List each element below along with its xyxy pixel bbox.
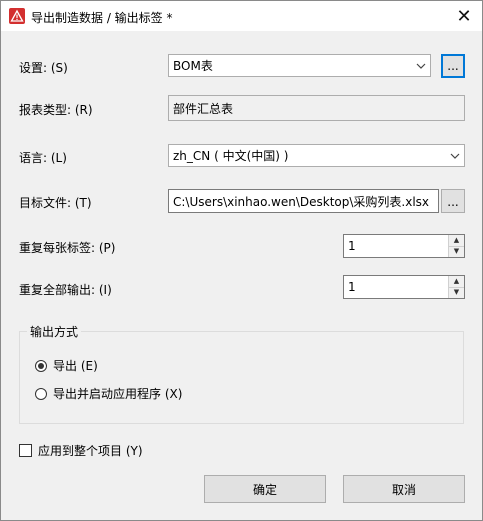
radio-export-label: 导出 (E) bbox=[53, 359, 98, 373]
settings-browse-label: ... bbox=[447, 59, 459, 73]
ok-button-label: 确定 bbox=[252, 482, 277, 497]
output-mode-group bbox=[19, 331, 464, 424]
target-file-label: 目标文件: (T) bbox=[19, 196, 92, 210]
language-label: 语言: (L) bbox=[19, 151, 67, 165]
repeat-all-label: 重复全部输出: (I) bbox=[19, 283, 112, 297]
repeat-each-spinner[interactable]: 1 ▲ ▼ bbox=[343, 234, 465, 258]
close-icon: ✕ bbox=[456, 5, 472, 27]
radio-export-launch-indicator[interactable] bbox=[35, 387, 47, 400]
repeat-each-label: 重复每张标签: (P) bbox=[19, 241, 116, 255]
report-type-label: 报表类型: (R) bbox=[19, 103, 93, 117]
language-value: zh_CN ( 中文(中国) ) bbox=[173, 149, 289, 163]
spin-up-icon[interactable]: ▲ bbox=[449, 235, 464, 247]
cancel-button-label: 取消 bbox=[391, 482, 416, 497]
radio-export-launch[interactable]: 导出并启动应用程序 (X) bbox=[35, 385, 182, 402]
output-mode-title: 输出方式 bbox=[27, 323, 82, 340]
repeat-all-value: 1 bbox=[348, 280, 356, 294]
apply-to-project-checkbox[interactable]: 应用到整个项目 (Y) bbox=[19, 442, 143, 459]
repeat-each-value: 1 bbox=[348, 239, 356, 253]
chevron-down-icon bbox=[412, 55, 430, 76]
settings-dropdown[interactable]: BOM表 bbox=[168, 54, 431, 77]
radio-export-indicator[interactable] bbox=[35, 359, 47, 372]
chevron-down-icon bbox=[446, 145, 464, 166]
settings-label: 设置: (S) bbox=[19, 61, 68, 75]
target-file-browse-label: ... bbox=[447, 195, 459, 209]
repeat-all-spinner[interactable]: 1 ▲ ▼ bbox=[343, 275, 465, 299]
ok-button[interactable]: 确定 bbox=[204, 475, 326, 503]
spin-down-icon[interactable]: ▼ bbox=[449, 246, 464, 257]
radio-export-launch-label: 导出并启动应用程序 (X) bbox=[53, 387, 183, 401]
warning-triangle-icon bbox=[9, 8, 25, 24]
settings-value: BOM表 bbox=[173, 59, 213, 73]
report-type-value: 部件汇总表 bbox=[173, 101, 234, 116]
apply-to-project-box[interactable] bbox=[19, 444, 32, 457]
dialog-window: 导出制造数据 / 输出标签 * ✕ 设置: (S) BOM表 ... 报表类型:… bbox=[0, 0, 483, 521]
spinner-buttons: ▲ ▼ bbox=[448, 276, 464, 298]
title-bar: 导出制造数据 / 输出标签 * ✕ bbox=[1, 1, 482, 31]
target-file-browse-button[interactable]: ... bbox=[441, 189, 465, 213]
close-button[interactable]: ✕ bbox=[446, 1, 482, 31]
spinner-buttons: ▲ ▼ bbox=[448, 235, 464, 257]
radio-export[interactable]: 导出 (E) bbox=[35, 357, 98, 374]
spin-up-icon[interactable]: ▲ bbox=[449, 276, 464, 288]
target-file-input[interactable]: C:\Users\xinhao.wen\Desktop\采购列表.xlsx bbox=[168, 189, 439, 213]
language-dropdown[interactable]: zh_CN ( 中文(中国) ) bbox=[168, 144, 465, 167]
target-file-value: C:\Users\xinhao.wen\Desktop\采购列表.xlsx bbox=[173, 194, 430, 209]
report-type-field: 部件汇总表 bbox=[168, 95, 465, 121]
spin-down-icon[interactable]: ▼ bbox=[449, 287, 464, 298]
cancel-button[interactable]: 取消 bbox=[343, 475, 465, 503]
apply-to-project-label: 应用到整个项目 (Y) bbox=[38, 444, 143, 458]
window-title: 导出制造数据 / 输出标签 * bbox=[31, 11, 173, 25]
settings-browse-button[interactable]: ... bbox=[441, 54, 465, 78]
